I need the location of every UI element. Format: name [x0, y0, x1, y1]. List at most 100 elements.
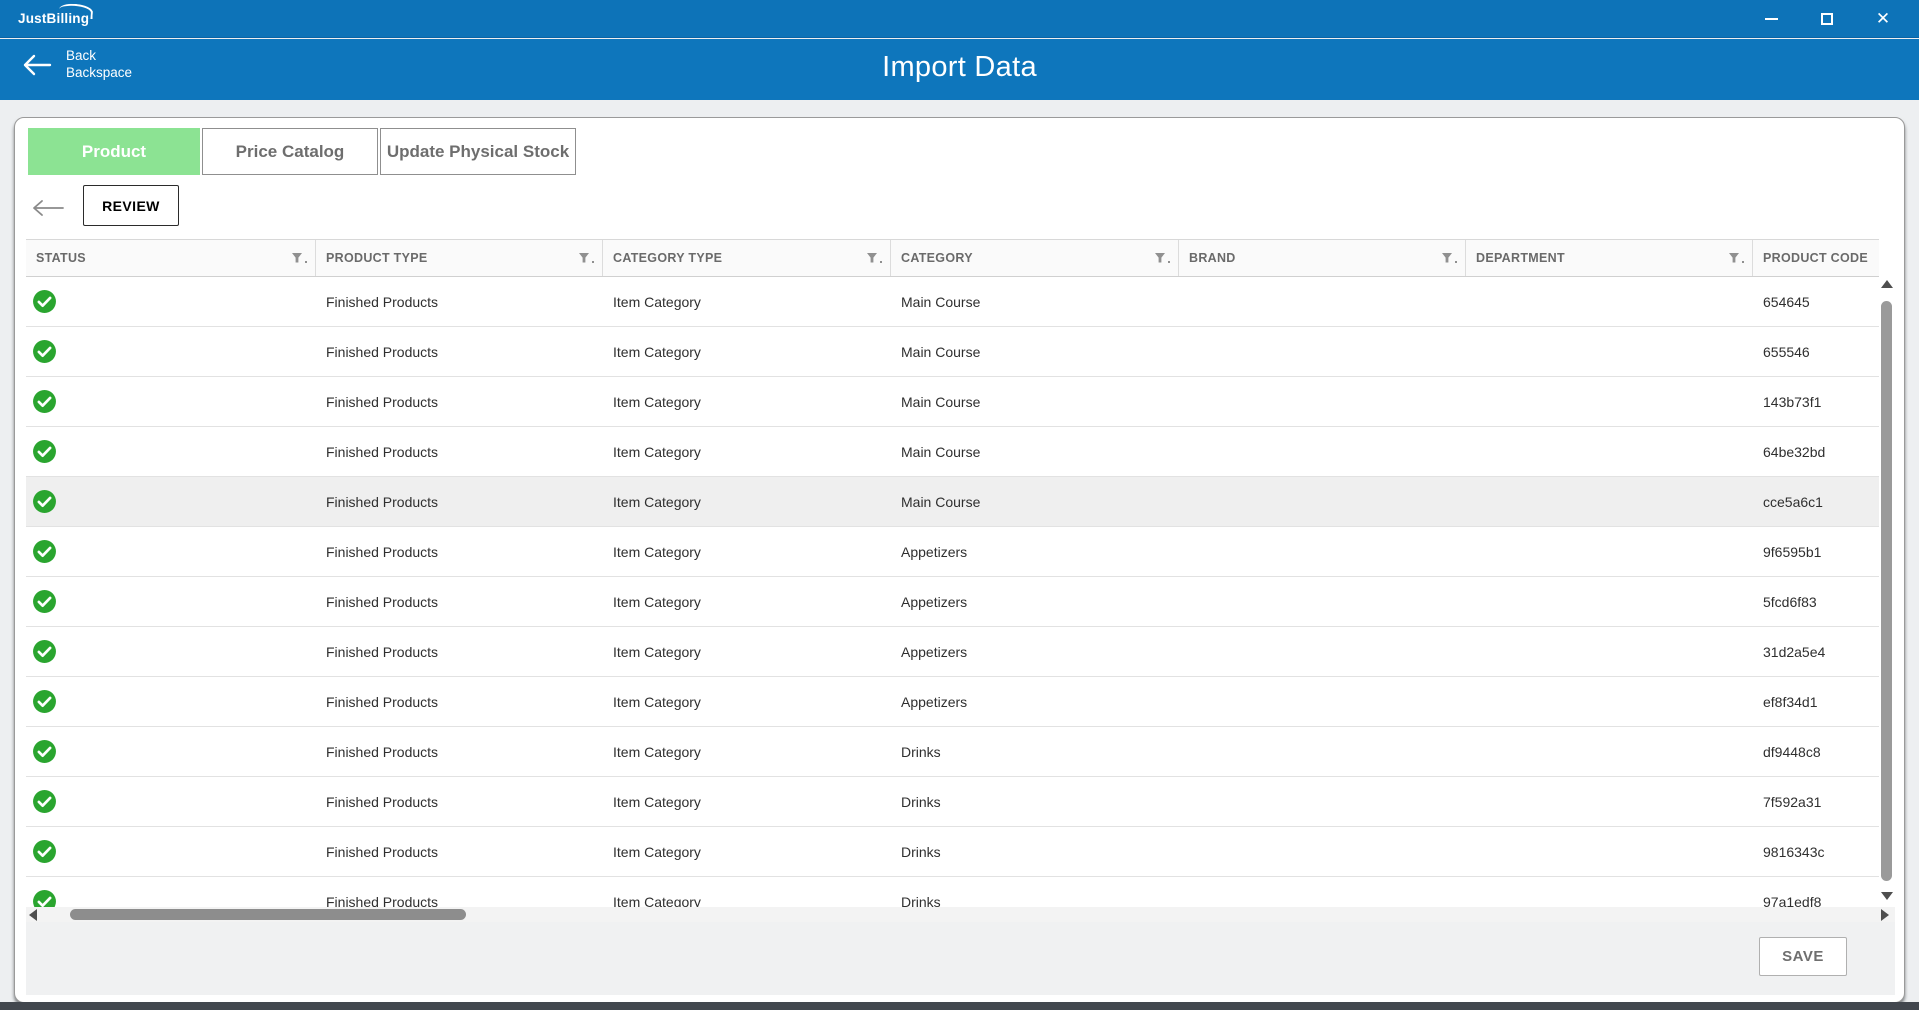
cell-product-code: 9816343c — [1753, 844, 1879, 860]
cell-status — [26, 339, 316, 364]
cell-product-type: Finished Products — [316, 844, 603, 860]
cell-product-type: Finished Products — [316, 294, 603, 310]
table-row[interactable]: Finished ProductsItem CategoryDrinksdf94… — [26, 727, 1879, 777]
status-ok-icon — [32, 339, 57, 364]
close-button[interactable]: ✕ — [1855, 0, 1911, 37]
filter-icon[interactable] — [291, 252, 307, 264]
tab-update-physical-stock[interactable]: Update Physical Stock — [380, 128, 576, 175]
column-header-product-code[interactable]: PRODUCT CODE — [1753, 240, 1879, 276]
cell-status — [26, 489, 316, 514]
cell-status — [26, 389, 316, 414]
back-step-arrow-icon[interactable] — [31, 198, 65, 223]
vertical-scrollbar[interactable] — [1879, 277, 1895, 907]
tab-price-catalog[interactable]: Price Catalog — [202, 128, 378, 175]
cell-product-code: 64be32bd — [1753, 444, 1879, 460]
table-row[interactable]: Finished ProductsItem CategoryAppetizers… — [26, 577, 1879, 627]
horizontal-scrollbar-thumb[interactable] — [70, 909, 466, 920]
column-header-department[interactable]: DEPARTMENT — [1466, 240, 1753, 276]
minimize-button[interactable] — [1743, 0, 1799, 37]
cell-product-type: Finished Products — [316, 894, 603, 908]
minimize-icon — [1765, 18, 1778, 20]
table-row[interactable]: Finished ProductsItem CategoryMain Cours… — [26, 377, 1879, 427]
cell-product-code: 654645 — [1753, 294, 1879, 310]
status-ok-icon — [32, 839, 57, 864]
filter-icon[interactable] — [578, 252, 594, 264]
cell-status — [26, 839, 316, 864]
cell-product-code: cce5a6c1 — [1753, 494, 1879, 510]
cell-product-type: Finished Products — [316, 794, 603, 810]
import-data-panel: Product Price Catalog Update Physical St… — [14, 117, 1905, 1003]
table-row[interactable]: Finished ProductsItem CategoryDrinks7f59… — [26, 777, 1879, 827]
cell-product-code: 7f592a31 — [1753, 794, 1879, 810]
cell-category: Drinks — [891, 844, 1179, 860]
cell-status — [26, 789, 316, 814]
status-ok-icon — [32, 289, 57, 314]
cell-category: Drinks — [891, 744, 1179, 760]
table-row[interactable]: Finished ProductsItem CategoryDrinks 9816… — [26, 827, 1879, 877]
cell-status — [26, 689, 316, 714]
cell-status — [26, 589, 316, 614]
table-row[interactable]: Finished ProductsItem CategoryAppetizers… — [26, 677, 1879, 727]
filter-icon[interactable] — [1441, 252, 1457, 264]
cell-category: Appetizers — [891, 544, 1179, 560]
page-header: Back Backspace Import Data — [0, 39, 1919, 100]
cloud-icon — [59, 3, 94, 19]
cell-product-type: Finished Products — [316, 694, 603, 710]
column-header-category[interactable]: CATEGORY — [891, 240, 1179, 276]
table-row[interactable]: Finished ProductsItem CategoryMain Cours… — [26, 477, 1879, 527]
status-ok-icon — [32, 539, 57, 564]
cell-product-type: Finished Products — [316, 444, 603, 460]
table-row[interactable]: Finished ProductsItem CategoryMain Cours… — [26, 327, 1879, 377]
scroll-down-icon[interactable] — [1881, 892, 1893, 900]
table-row[interactable]: Finished ProductsItem CategoryMain Cours… — [26, 277, 1879, 327]
scroll-right-icon[interactable] — [1881, 909, 1889, 921]
table-row[interactable]: Finished ProductsItem CategoryAppetizers… — [26, 527, 1879, 577]
filter-icon[interactable] — [1728, 252, 1744, 264]
column-header-status[interactable]: STATUS — [26, 240, 316, 276]
filter-icon[interactable] — [1154, 252, 1170, 264]
column-header-category-type[interactable]: CATEGORY TYPE — [603, 240, 891, 276]
table-row[interactable]: Finished ProductsItem CategoryAppetizers… — [26, 627, 1879, 677]
cell-category-type: Item Category — [603, 344, 891, 360]
horizontal-scrollbar[interactable] — [26, 907, 1895, 922]
cell-category-type: Item Category — [603, 844, 891, 860]
tab-product[interactable]: Product — [28, 128, 200, 175]
cell-status — [26, 439, 316, 464]
window-bottom-border — [0, 1002, 1919, 1010]
cell-category: Main Course — [891, 344, 1179, 360]
cell-category-type: Item Category — [603, 644, 891, 660]
table-header-row: STATUS PRODUCT TYPE CATEGORY TYPE CATEGO… — [26, 239, 1879, 277]
cell-product-code: 143b73f1 — [1753, 394, 1879, 410]
column-header-brand[interactable]: BRAND — [1179, 240, 1466, 276]
cell-category: Main Course — [891, 444, 1179, 460]
scroll-left-icon[interactable] — [29, 909, 37, 921]
table-row[interactable]: Finished ProductsItem CategoryMain Cours… — [26, 427, 1879, 477]
tab-strip: Product Price Catalog Update Physical St… — [28, 128, 576, 175]
status-ok-icon — [32, 789, 57, 814]
cell-category-type: Item Category — [603, 444, 891, 460]
maximize-button[interactable] — [1799, 0, 1855, 37]
cell-product-type: Finished Products — [316, 594, 603, 610]
column-header-product-type[interactable]: PRODUCT TYPE — [316, 240, 603, 276]
cell-status — [26, 889, 316, 907]
cell-product-code: ef8f34d1 — [1753, 694, 1879, 710]
cell-status — [26, 639, 316, 664]
save-button[interactable]: SAVE — [1759, 937, 1847, 976]
cell-status — [26, 289, 316, 314]
cell-category-type: Item Category — [603, 594, 891, 610]
cell-product-code: 97a1edf8 — [1753, 894, 1879, 908]
table-row[interactable]: Finished ProductsItem CategoryDrinks97a1… — [26, 877, 1879, 907]
review-button[interactable]: REVIEW — [83, 185, 179, 226]
cell-status — [26, 539, 316, 564]
cell-category: Main Course — [891, 394, 1179, 410]
cell-category: Appetizers — [891, 694, 1179, 710]
filter-icon[interactable] — [866, 252, 882, 264]
scroll-up-icon[interactable] — [1881, 280, 1893, 288]
status-ok-icon — [32, 889, 57, 907]
vertical-scrollbar-thumb[interactable] — [1881, 301, 1892, 881]
cell-category-type: Item Category — [603, 294, 891, 310]
cell-product-type: Finished Products — [316, 544, 603, 560]
cell-category-type: Item Category — [603, 494, 891, 510]
cell-product-type: Finished Products — [316, 344, 603, 360]
cell-product-code: 5fcd6f83 — [1753, 594, 1879, 610]
